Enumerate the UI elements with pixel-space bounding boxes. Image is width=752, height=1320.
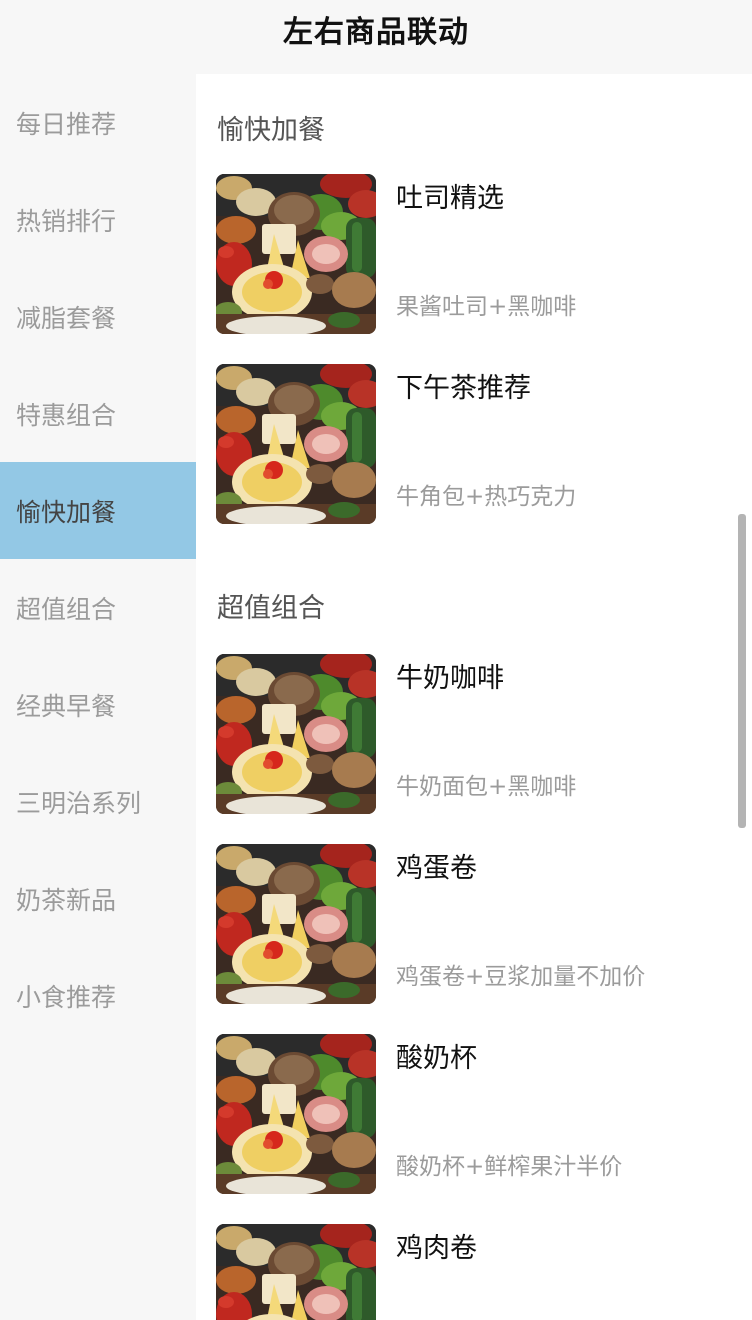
sidebar-item-label: 经典早餐 — [16, 691, 117, 721]
product-card[interactable]: 鸡肉卷 — [216, 1224, 726, 1320]
sidebar-item-label: 减脂套餐 — [16, 303, 117, 333]
sidebar-item-2[interactable]: 减脂套餐 — [0, 268, 196, 365]
product-list[interactable]: 愉快加餐 吐司精选 果酱吐司+黑咖啡 下午茶推荐 牛角包+热巧克力 超值组合 牛… — [196, 74, 736, 1320]
product-name: 鸡肉卷 — [396, 1233, 477, 1264]
product-name: 吐司精选 — [396, 183, 504, 214]
sidebar-item-label: 热销排行 — [16, 206, 117, 236]
sidebar-item-label: 小食推荐 — [16, 982, 117, 1012]
sidebar-item-label: 三明治系列 — [16, 788, 142, 818]
sidebar-item-label: 特惠组合 — [16, 400, 117, 430]
top-bar: 左右商品联动 — [0, 0, 752, 74]
product-card[interactable]: 牛奶咖啡 牛奶面包+黑咖啡 — [216, 654, 726, 814]
product-desc: 牛角包+热巧克力 — [396, 484, 577, 510]
product-name: 酸奶杯 — [396, 1043, 477, 1074]
product-desc: 果酱吐司+黑咖啡 — [396, 294, 577, 320]
sidebar-item-label: 每日推荐 — [16, 109, 117, 139]
product-card[interactable]: 酸奶杯 酸奶杯+鲜榨果汁半价 — [216, 1034, 726, 1194]
sidebar-item-3[interactable]: 特惠组合 — [0, 365, 196, 462]
page-title: 左右商品联动 — [283, 15, 469, 50]
category-sidebar[interactable]: 每日推荐 热销排行 减脂套餐 特惠组合 愉快加餐 超值组合 经典早餐 三明治系列… — [0, 74, 196, 1320]
sidebar-item-label: 超值组合 — [16, 594, 117, 624]
food-platter-photo — [216, 364, 376, 524]
food-platter-photo — [216, 1224, 376, 1320]
product-desc: 酸奶杯+鲜榨果汁半价 — [396, 1154, 623, 1180]
product-card[interactable]: 下午茶推荐 牛角包+热巧克力 — [216, 364, 726, 524]
section-title: 超值组合 — [217, 593, 325, 624]
product-name: 鸡蛋卷 — [396, 853, 477, 884]
section-title: 愉快加餐 — [217, 115, 325, 146]
sidebar-item-9[interactable]: 小食推荐 — [0, 947, 196, 1044]
food-platter-photo — [216, 844, 376, 1004]
sidebar-item-label: 愉快加餐 — [16, 497, 117, 527]
sidebar-item-7[interactable]: 三明治系列 — [0, 753, 196, 850]
food-platter-photo — [216, 654, 376, 814]
sidebar-item-0[interactable]: 每日推荐 — [0, 74, 196, 171]
sidebar-item-8[interactable]: 奶茶新品 — [0, 850, 196, 947]
sidebar-item-6[interactable]: 经典早餐 — [0, 656, 196, 753]
sidebar-item-label: 奶茶新品 — [16, 885, 117, 915]
product-name: 下午茶推荐 — [396, 373, 531, 404]
content-scrollbar[interactable] — [736, 74, 752, 1320]
app-root: 左右商品联动 每日推荐 热销排行 减脂套餐 特惠组合 愉快加餐 超值组合 经典早… — [0, 0, 752, 1320]
sidebar-item-4-active[interactable]: 愉快加餐 — [0, 462, 196, 559]
product-desc: 牛奶面包+黑咖啡 — [396, 774, 577, 800]
product-card[interactable]: 鸡蛋卷 鸡蛋卷+豆浆加量不加价 — [216, 844, 726, 1004]
product-desc: 鸡蛋卷+豆浆加量不加价 — [396, 964, 646, 990]
product-name: 牛奶咖啡 — [396, 663, 504, 694]
sidebar-item-1[interactable]: 热销排行 — [0, 171, 196, 268]
sidebar-item-5[interactable]: 超值组合 — [0, 559, 196, 656]
food-platter-photo — [216, 1034, 376, 1194]
food-platter-photo — [216, 174, 376, 334]
scrollbar-thumb[interactable] — [738, 514, 746, 828]
product-card[interactable]: 吐司精选 果酱吐司+黑咖啡 — [216, 174, 726, 334]
